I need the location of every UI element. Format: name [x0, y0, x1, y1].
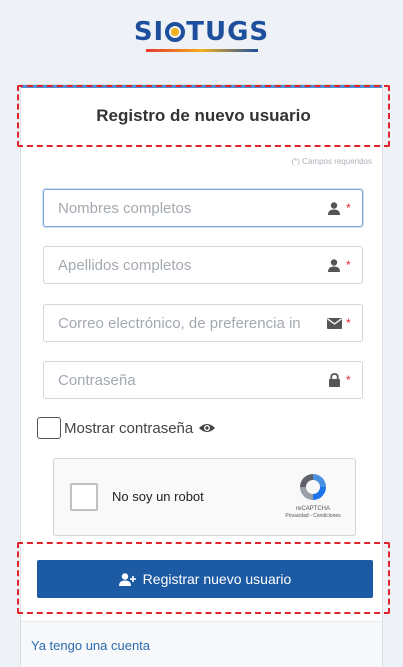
email-input[interactable] [58, 314, 325, 332]
recaptcha-widget: No soy un robot reCAPTCHA Privacidad - C… [53, 458, 356, 536]
required-fields-note: (*) Campos requeridos [291, 157, 372, 166]
register-button[interactable]: Registrar nuevo usuario [37, 560, 373, 598]
recaptcha-logo: reCAPTCHA Privacidad - Condiciones [283, 471, 343, 519]
last-name-input[interactable] [58, 256, 325, 274]
password-input[interactable] [58, 371, 325, 389]
last-name-field[interactable]: * [43, 246, 363, 284]
recaptcha-checkbox[interactable] [70, 483, 98, 511]
show-password-label: Mostrar contraseña [64, 419, 194, 437]
submit-highlight: Registrar nuevo usuario [17, 542, 390, 614]
recaptcha-links[interactable]: Privacidad - Condiciones [285, 513, 340, 519]
add-user-icon [118, 572, 136, 586]
required-marker: * [346, 373, 351, 387]
required-marker: * [346, 201, 351, 215]
recaptcha-icon [300, 474, 326, 500]
register-button-label: Registrar nuevo usuario [142, 571, 292, 587]
logo-emblem-icon [165, 21, 186, 42]
header-highlight: Registro de nuevo usuario [17, 85, 390, 147]
logo-underline [145, 48, 258, 52]
show-password-checkbox[interactable] [37, 417, 61, 439]
logo-wordmark: SI TUGS [133, 16, 270, 47]
first-name-input[interactable] [58, 199, 325, 217]
recaptcha-label: No soy un robot [112, 489, 204, 504]
password-field[interactable]: * [43, 361, 363, 399]
lock-icon [325, 373, 343, 387]
show-password-toggle[interactable]: Mostrar contraseña [37, 416, 216, 440]
first-name-field[interactable]: * [43, 189, 363, 227]
recaptcha-brand: reCAPTCHA [295, 506, 330, 512]
envelope-icon [325, 316, 343, 330]
login-link[interactable]: Ya tengo una cuenta [31, 638, 150, 653]
logo-subtitle [146, 54, 258, 62]
email-field[interactable]: * [43, 304, 363, 342]
user-icon [325, 258, 343, 272]
required-marker: * [346, 258, 351, 272]
registration-card: Registro de nuevo usuario (*) Campos req… [17, 84, 390, 667]
eye-icon [198, 422, 216, 434]
card-footer: Ya tengo una cuenta [21, 621, 382, 667]
required-marker: * [346, 316, 351, 330]
page-title: Registro de nuevo usuario [96, 106, 311, 125]
logo: SI TUGS [0, 0, 403, 78]
user-icon [325, 201, 343, 215]
